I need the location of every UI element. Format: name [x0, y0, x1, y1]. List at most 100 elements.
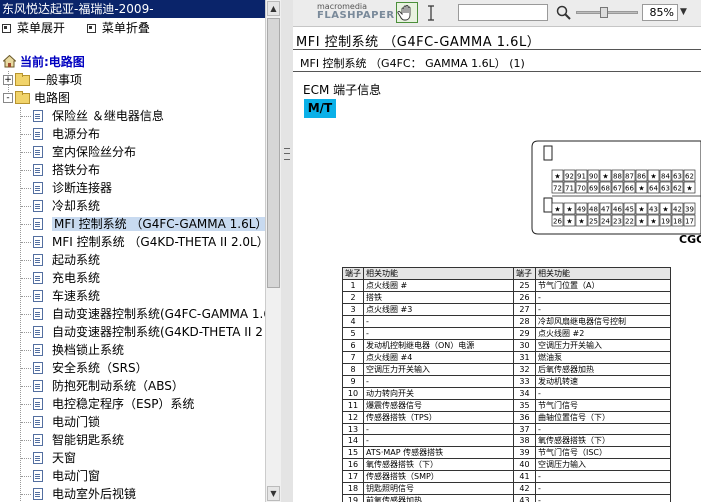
connector-pin-label: 62: [673, 185, 682, 193]
tree-item-label: 天窗: [52, 451, 77, 465]
tree-item[interactable]: 搭铁分布: [0, 161, 265, 179]
document-icon: [33, 344, 43, 356]
tree-item[interactable]: 电动门窗: [0, 467, 265, 485]
page-number-input[interactable]: [458, 4, 548, 21]
table-cell: 2: [342, 291, 364, 304]
connector-pin-label: 42: [673, 206, 682, 214]
tree-item[interactable]: 冷却系统: [0, 197, 265, 215]
tree-item[interactable]: 电源分布: [0, 125, 265, 143]
connector-label: CGC: [679, 233, 701, 246]
table-cell: -: [535, 470, 671, 483]
zoom-icon[interactable]: [556, 5, 572, 21]
table-cell: 氧传感器搭铁（下）: [363, 458, 514, 471]
connector-pin-label: 71: [565, 185, 574, 193]
tree-node-general[interactable]: + 一般事项: [0, 71, 265, 89]
ecm-connector-diagram: ★ 92 91 90 ★ 88 87 86 ★ 84 63 6272 71 70 69 68 67 66 ★ 64 63…: [531, 140, 701, 235]
table-row: 17 传感器搭铁（SMP） 41-: [342, 470, 671, 483]
table-cell: 空调压力开关输入: [363, 363, 514, 376]
table-cell: 42: [513, 482, 536, 495]
table-cell: 燃油泵: [535, 351, 671, 364]
table-row: 16 氧传感器搭铁（下） 40 空调压力输入: [342, 458, 671, 471]
table-cell: 传感器搭铁（SMP）: [363, 470, 514, 483]
table-cell: 43: [513, 494, 536, 502]
expand-toggle-icon[interactable]: +: [3, 75, 13, 85]
table-cell: 动力转向开关: [363, 387, 514, 400]
tree-root[interactable]: 当前:电路图: [0, 53, 265, 71]
tree-item[interactable]: 电控稳定程序（ESP）系统: [0, 395, 265, 413]
table-cell: -: [363, 375, 514, 388]
table-cell: 17: [342, 470, 364, 483]
tree-item[interactable]: 天窗: [0, 449, 265, 467]
table-cell: -: [363, 423, 514, 435]
tree-connector: [21, 260, 31, 261]
table-row: 14-38 氧传感器搭铁（下）: [342, 434, 671, 447]
table-row: 1 点火线圈 #25 节气门位置（A）: [342, 279, 671, 292]
tree-item[interactable]: 自动变速器控制系统(G4FC-GAMMA 1.6: [0, 305, 265, 323]
tree-connector: [21, 332, 31, 333]
expand-icon: [2, 23, 11, 33]
zoom-slider[interactable]: [576, 7, 638, 18]
tree-item[interactable]: MFI 控制系统 （G4KD-THETA II 2.0L）: [0, 233, 265, 251]
tree-item[interactable]: MFI 控制系统 （G4FC-GAMMA 1.6L）: [0, 215, 265, 233]
zoom-slider-knob[interactable]: [600, 7, 608, 18]
document-viewer: macromedia FLASHPAPER 85% ▼ MFI 控制系统 （G4: [293, 0, 701, 502]
connector-pin-label: ★: [554, 206, 560, 214]
pane-splitter[interactable]: [281, 0, 293, 502]
text-select-tool-button[interactable]: [426, 4, 436, 22]
menu-collapse-button[interactable]: 菜单折叠: [86, 18, 150, 38]
scroll-down-icon[interactable]: ▼: [267, 486, 280, 501]
tree-item-label: 保险丝 ＆继电器信息: [52, 109, 164, 123]
connector-pin-label: ★: [662, 206, 668, 214]
tree-connector: [21, 476, 31, 477]
header-function-2: 相关功能: [535, 267, 671, 280]
tree-item[interactable]: 安全系统（SRS）: [0, 359, 265, 377]
table-row: 2 搭铁 26-: [342, 291, 671, 304]
tree-item[interactable]: 起动系统: [0, 251, 265, 269]
connector-pin-label: 43: [649, 206, 658, 214]
menu-expand-button[interactable]: 菜单展开: [2, 18, 65, 38]
tree-item[interactable]: 保险丝 ＆继电器信息: [0, 107, 265, 125]
connector-pin-label: 62: [685, 173, 694, 181]
collapse-toggle-icon[interactable]: -: [3, 93, 13, 103]
table-cell: 12: [342, 411, 364, 424]
tree-scrollbar[interactable]: ▲ ▼: [265, 0, 281, 502]
table-cell: 38: [513, 434, 536, 447]
tree-connector: [21, 224, 31, 225]
scroll-up-icon[interactable]: ▲: [267, 1, 280, 16]
connector-pin-label: 88: [613, 173, 622, 181]
tree-item[interactable]: 充电系统: [0, 269, 265, 287]
table-cell: 19: [342, 494, 364, 502]
folder-open-icon: [15, 91, 30, 104]
connector-pin-label: ★: [602, 173, 608, 181]
tree-item[interactable]: 防抱死制动系统（ABS）: [0, 377, 265, 395]
tree-item[interactable]: 智能钥匙系统: [0, 431, 265, 449]
table-cell: 34: [513, 387, 536, 400]
flashpaper-toolbar: macromedia FLASHPAPER 85% ▼: [293, 0, 701, 27]
tree-item[interactable]: 诊断连接器: [0, 179, 265, 197]
ecm-label: ECM 端子信息: [303, 83, 382, 97]
scrollbar-thumb[interactable]: [267, 18, 280, 288]
hand-tool-button[interactable]: [396, 2, 418, 23]
connector-pin-label: ★: [650, 218, 656, 226]
table-cell: 32: [513, 363, 536, 376]
table-cell: 5: [342, 327, 364, 340]
table-cell: 10: [342, 387, 364, 400]
zoom-level-field[interactable]: 85%: [642, 4, 678, 21]
document-icon: [33, 182, 43, 194]
zoom-dropdown-icon[interactable]: ▼: [680, 4, 694, 21]
table-cell: 3: [342, 303, 364, 316]
header-function: 相关功能: [363, 267, 514, 280]
tree-item-label: 自动变速器控制系统(G4FC-GAMMA 1.6: [52, 307, 265, 321]
document-icon: [33, 416, 43, 428]
table-cell: -: [535, 387, 671, 400]
tree-view: 当前:电路图 + 一般事项 - 电路图 保险丝 ＆继电器信息电源分布 室内保险丝分…: [0, 53, 265, 502]
tree-item[interactable]: 室内保险丝分布: [0, 143, 265, 161]
tree-item-label: 自动变速器控制系统(G4KD-THETA II 2: [52, 325, 263, 339]
tree-item[interactable]: 电动室外后视镜: [0, 485, 265, 502]
tree-node-circuit-diagrams[interactable]: - 电路图: [0, 89, 265, 107]
tree-item[interactable]: 车速系统: [0, 287, 265, 305]
tree-item[interactable]: 换档锁止系统: [0, 341, 265, 359]
tree-item[interactable]: 电动门锁: [0, 413, 265, 431]
document-icon: [33, 326, 43, 338]
tree-item[interactable]: 自动变速器控制系统(G4KD-THETA II 2: [0, 323, 265, 341]
